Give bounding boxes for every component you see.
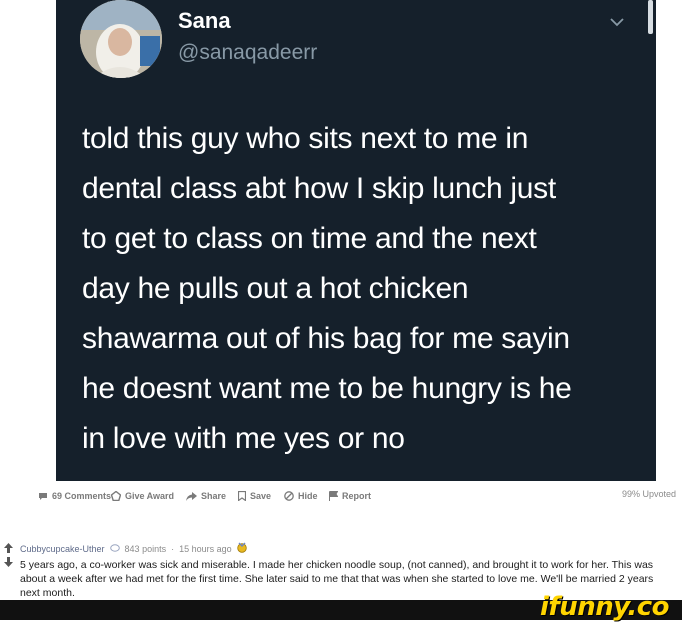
tweet-line: shawarma out of his bag for me sayin [82,322,570,355]
share-icon [186,491,197,501]
hide-button[interactable]: Hide [284,486,318,506]
tweet-text: told this guy who sits next to me in den… [82,114,642,464]
comment: Cubbycupcake-Uther 843 points · 15 hours… [0,536,682,600]
post-action-bar: 69 Comments Give Award Share Save Hide R… [0,486,682,506]
tweet-line: in love with me yes or no [82,422,405,455]
report-button[interactable]: Report [329,486,371,506]
scrollbar[interactable] [648,0,653,34]
chat-icon[interactable] [109,543,120,554]
comment-meta: Cubbycupcake-Uther 843 points · 15 hours… [20,542,247,555]
share-label: Share [201,491,227,501]
watermark-logo: ifunny.co [540,592,669,622]
award-icon [111,491,121,501]
upvote-ratio: 99% Upvoted [622,489,677,499]
save-label: Save [250,491,272,501]
chevron-down-icon[interactable] [609,14,625,35]
tweet-line: day he pulls out a hot chicken [82,272,469,305]
comment-time: 15 hours ago [179,543,232,554]
give-award-label: Give Award [125,491,175,501]
downvote-arrow-icon[interactable] [4,554,13,572]
meta-separator: · [171,543,175,554]
comment-points: 843 points [124,543,167,554]
user-handle[interactable]: @sanaqadeerr [178,41,317,65]
tweet-line: he doesnt want me to be hungry is he [82,372,572,405]
award-badge-icon [236,542,247,555]
bookmark-icon [238,491,246,501]
comment-username[interactable]: Cubbycupcake-Uther [20,544,105,554]
flag-icon [329,491,338,501]
report-label: Report [342,491,371,501]
tweet-line: to get to class on time and the next [82,222,537,255]
hide-label: Hide [298,491,318,501]
save-button[interactable]: Save [238,486,271,506]
share-button[interactable]: Share [186,486,226,506]
comments-label: 69 Comments [52,491,112,501]
tweet-card: Sana @sanaqadeerr told this guy who sits… [56,0,656,481]
comment-icon [38,492,48,501]
avatar[interactable] [80,0,162,78]
comments-button[interactable]: 69 Comments [38,486,111,506]
tweet-line: dental class abt how I skip lunch just [82,172,556,205]
give-award-button[interactable]: Give Award [111,486,174,506]
display-name[interactable]: Sana [178,8,231,34]
hide-icon [284,491,294,501]
tweet-line: told this guy who sits next to me in [82,122,529,155]
